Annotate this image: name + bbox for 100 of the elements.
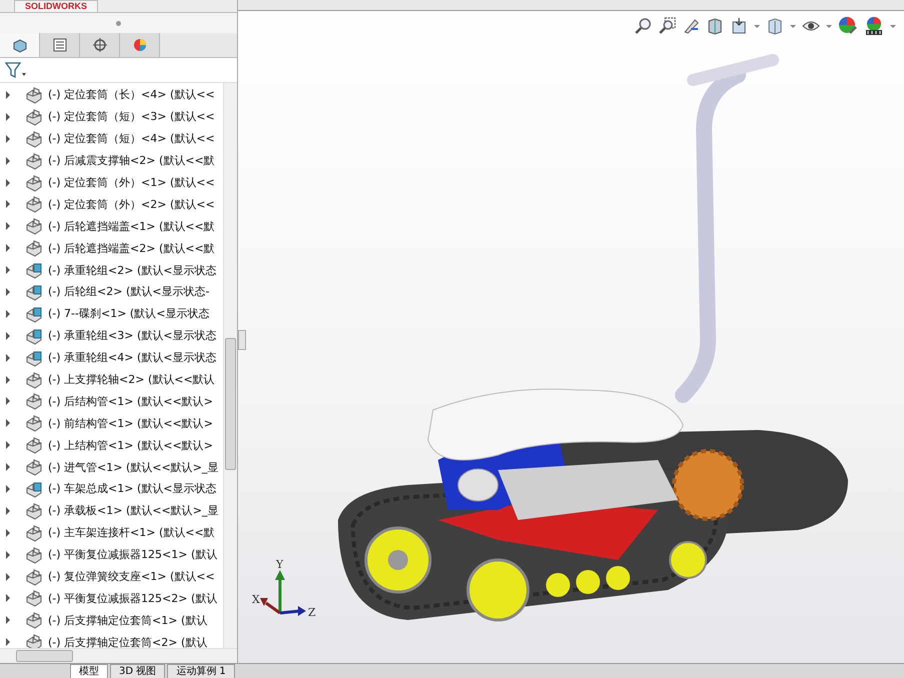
cube-icon[interactable] [766,17,784,35]
splitter-handle[interactable] [116,20,121,26]
part-icon [25,414,43,432]
axis-triad-icon [260,570,306,616]
panel-tab[interactable] [120,33,160,57]
tree-item[interactable]: (-) 定位套筒（短）<3> (默认<< [48,109,215,124]
view-orientation-icon[interactable] [730,17,748,35]
bottom-tab[interactable]: 3D 视图 [110,664,166,678]
axis-label: Y [276,558,284,571]
part-icon [25,436,43,454]
expand-arrow-icon[interactable] [6,572,10,581]
tree-item[interactable]: (-) 复位弹簧绞支座<1> (默认<< [48,569,215,584]
tree-item[interactable]: (-) 上结构管<1> (默认<<默认> [48,438,213,453]
assembly-icon [25,304,43,323]
previous-view-icon[interactable] [682,17,700,35]
axis-label: X [252,593,260,606]
horizontal-scrollbar[interactable] [0,648,237,663]
expand-arrow-icon[interactable] [6,354,10,362]
expand-arrow-icon[interactable] [6,134,10,143]
tree-item[interactable]: (-) 平衡复位减振器125<1> (默认 [48,547,218,562]
part-icon [25,568,43,586]
tree-item[interactable]: (-) 后支撑轴定位套筒<1> (默认 [48,612,208,628]
tree-item[interactable]: (-) 定位套筒（长）<4> (默认<< [48,87,215,102]
pie-chart-icon [132,37,148,53]
color-wheel-icon[interactable] [838,16,858,36]
expand-arrow-icon[interactable] [6,90,10,99]
bottom-tab[interactable]: 运动算例 1 [167,664,235,678]
scene-icon[interactable] [864,16,884,36]
assembly-icon [25,480,43,498]
bottom-tab[interactable]: 模型 [70,664,108,678]
vertical-scrollbar[interactable] [223,83,237,648]
tree-item[interactable]: (-) 上支撑轮轴<2> (默认<<默认 [48,372,215,388]
app-logo: SOLIDWORKS [14,0,98,12]
part-icon [25,108,43,126]
zoom-fit-icon[interactable] [634,17,652,35]
expand-arrow-icon[interactable] [6,200,10,208]
expand-arrow-icon[interactable] [6,112,10,121]
tree-item[interactable]: (-) 定位套筒（短）<4> (默认<< [48,131,215,146]
panel-tab[interactable] [40,33,80,57]
feature-tree-icon [10,37,28,53]
caret-icon[interactable] [890,24,896,28]
assembly-icon [25,282,43,301]
zoom-area-icon[interactable] [658,17,676,35]
tree-item[interactable]: (-) 主车架连接杆<1> (默认<<默 [48,525,215,540]
tree-item[interactable]: (-) 后轮遮挡端盖<2> (默认<<默 [48,240,215,256]
part-icon [25,589,43,608]
panel-tab[interactable] [0,33,40,57]
expand-arrow-icon[interactable] [6,288,10,296]
expand-arrow-icon[interactable] [6,419,10,428]
assembly-icon [25,348,43,367]
expand-arrow-icon[interactable] [6,332,10,340]
expand-arrow-icon[interactable] [6,441,10,450]
expand-arrow-icon[interactable] [6,506,10,515]
scrollbar-thumb[interactable] [225,338,236,470]
expand-arrow-icon[interactable] [6,616,10,624]
caret-icon[interactable] [754,24,760,28]
tree-item[interactable]: (-) 后支撑轴定位套筒<2> (默认 [48,634,208,648]
expand-arrow-icon[interactable] [6,484,10,493]
expand-arrow-icon[interactable] [6,310,10,318]
caret-icon[interactable] [790,24,796,28]
part-icon [25,130,43,148]
expand-arrow-icon[interactable] [6,397,10,406]
tree-item[interactable]: (-) 定位套筒（外）<1> (默认<< [48,175,215,190]
tree-item[interactable]: (-) 车架总成<1> (默认<显示状态 [48,481,216,496]
tree-item[interactable]: (-) 进气管<1> (默认<<默认>_显 [48,460,218,475]
tree-item[interactable]: (-) 后轮组<2> (默认<显示状态- [48,284,210,300]
tree-item[interactable]: (-) 前结构管<1> (默认<<默认> [48,416,213,431]
expand-arrow-icon[interactable] [6,463,10,472]
part-icon [25,239,43,258]
expand-arrow-icon[interactable] [6,528,10,537]
tree-item[interactable]: (-) 承重轮组<2> (默认<显示状态 [48,262,216,278]
expand-arrow-icon[interactable] [6,594,10,602]
crosshair-icon [92,37,108,53]
tree-item[interactable]: (-) 7--碟刹<1> (默认<显示状态 [48,306,210,322]
panel-tab[interactable] [80,33,120,57]
tree-item[interactable]: (-) 承重轮组<4> (默认<显示状态 [48,350,216,366]
list-icon [52,37,68,53]
expand-arrow-icon[interactable] [6,178,10,186]
filter-icon[interactable] [5,61,27,79]
expand-arrow-icon[interactable] [6,222,10,230]
axis-label: Z [308,606,316,619]
tree-item[interactable]: (-) 后结构管<1> (默认<<默认> [48,394,213,409]
section-view-icon[interactable] [706,17,724,35]
tree-item[interactable]: (-) 承重轮组<3> (默认<显示状态 [48,328,216,344]
expand-arrow-icon[interactable] [6,156,10,165]
part-icon [25,546,43,564]
expand-arrow-icon[interactable] [6,244,10,252]
tree-item[interactable]: (-) 后轮遮挡端盖<1> (默认<<默 [48,218,215,234]
expand-arrow-icon[interactable] [6,376,10,384]
expand-arrow-icon[interactable] [6,266,10,274]
tree-item[interactable]: (-) 定位套筒（外）<2> (默认<< [48,196,215,212]
assembly-icon [25,261,43,280]
expand-arrow-icon[interactable] [6,550,10,559]
tree-item[interactable]: (-) 后减震支撑轴<2> (默认<<默 [48,153,215,168]
part-icon [25,152,43,170]
panel-resize-handle[interactable] [238,330,246,350]
tree-item[interactable]: (-) 承载板<1> (默认<<默认>_显 [48,503,218,518]
scrollbar-thumb[interactable] [16,650,73,662]
tree-item[interactable]: (-) 平衡复位减振器125<2> (默认 [48,590,218,606]
caret-icon[interactable] [826,24,832,28]
